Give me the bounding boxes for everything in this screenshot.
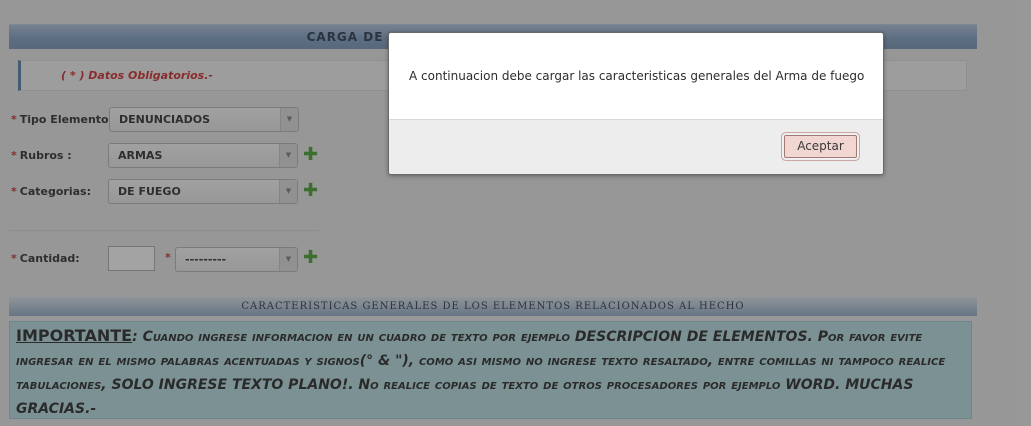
dialog-message: A continuacion debe cargar las caracteri… xyxy=(409,69,865,83)
accept-button[interactable]: Aceptar xyxy=(784,135,857,158)
alert-dialog: A continuacion debe cargar las caracteri… xyxy=(388,32,884,175)
dialog-footer: Aceptar xyxy=(389,119,883,174)
